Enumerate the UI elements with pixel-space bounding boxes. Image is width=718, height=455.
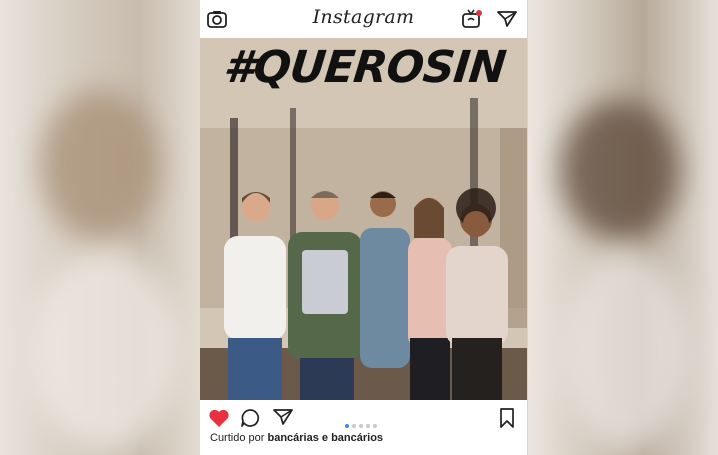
carousel-dot (366, 424, 370, 428)
liked-by-prefix: Curtido por (210, 432, 265, 444)
carousel-dots (345, 415, 380, 428)
post-hashtag: #QUEROSIN (221, 42, 508, 93)
heart-icon[interactable] (208, 408, 230, 428)
carousel-dot (359, 424, 363, 428)
liked-by-users[interactable]: bancárias e bancários (267, 432, 383, 444)
notification-dot (476, 10, 482, 16)
action-bar (200, 400, 527, 430)
share-icon[interactable] (273, 408, 293, 426)
liked-by-text: Curtido por bancárias e bancários (210, 432, 383, 444)
top-bar: Instagram (200, 0, 527, 38)
igtv-icon[interactable] (461, 9, 483, 29)
carousel-dot (352, 424, 356, 428)
bookmark-icon[interactable] (499, 408, 515, 428)
instagram-post-frame: Instagram #QUEROSIN Curtido por bancária… (200, 0, 527, 455)
comment-icon[interactable] (240, 408, 260, 428)
carousel-dot (373, 424, 377, 428)
send-icon[interactable] (497, 10, 517, 28)
post-photo[interactable]: #QUEROSIN (200, 38, 527, 400)
carousel-dot-active (345, 424, 349, 428)
